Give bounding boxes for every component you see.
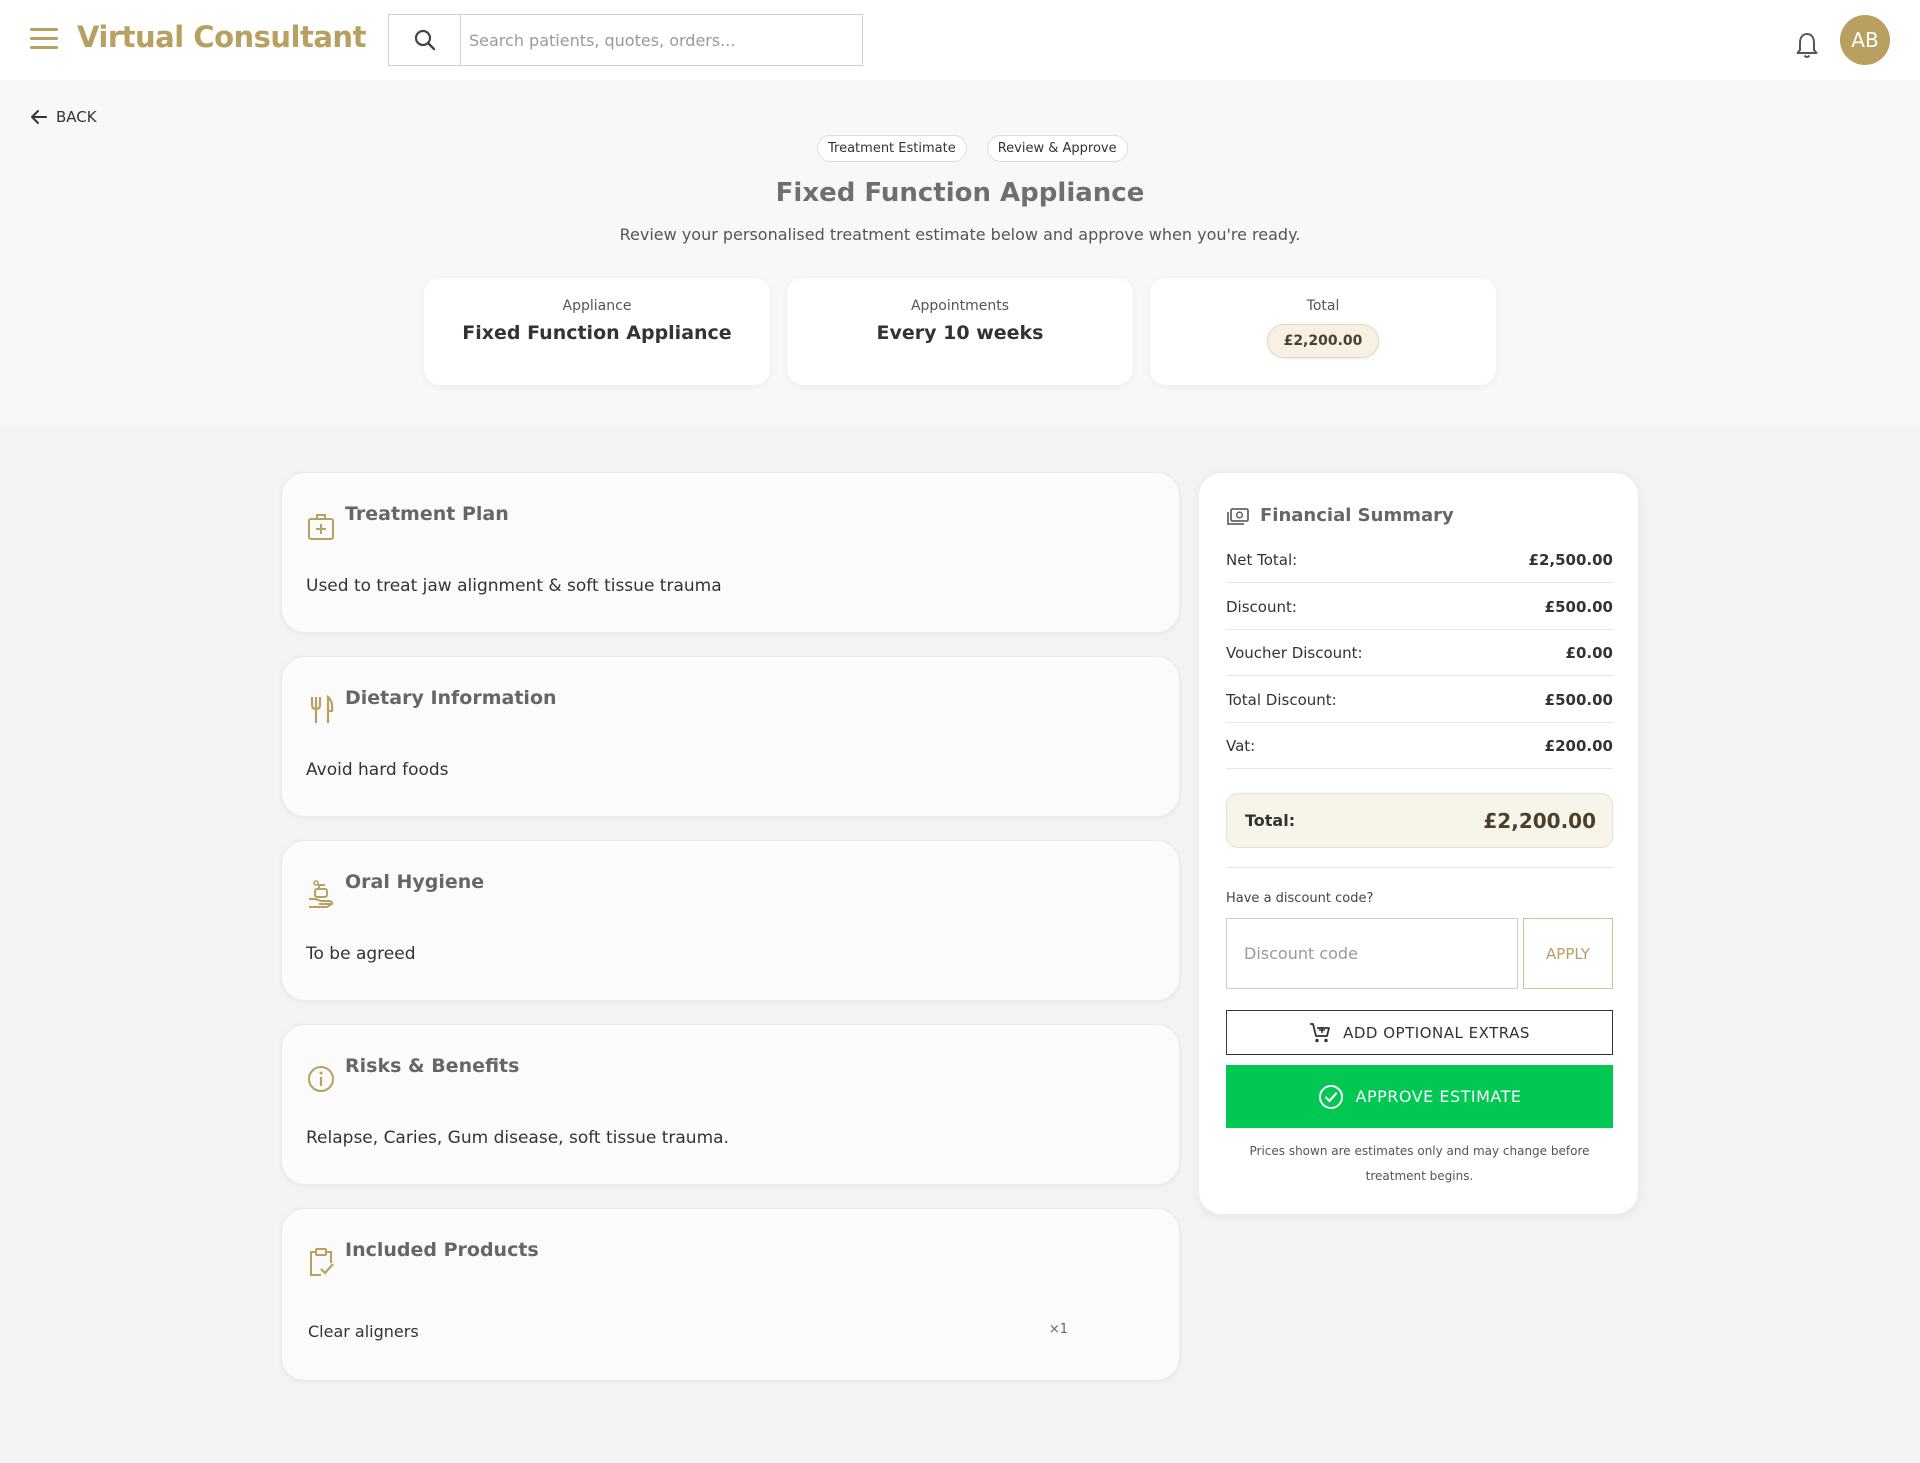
arrow-left-icon [31, 110, 47, 124]
breadcrumb: Treatment Estimate Review & Approve [817, 135, 1128, 162]
medical-bag-icon [308, 514, 334, 540]
search-icon[interactable] [389, 15, 461, 65]
check-circle-icon [1318, 1084, 1343, 1109]
add-optional-extras-button[interactable]: ADD OPTIONAL EXTRAS [1226, 1010, 1613, 1055]
utensils-icon [310, 695, 334, 723]
stat-label: Appointments [910, 298, 1010, 314]
chip-treatment-estimate[interactable]: Treatment Estimate [817, 135, 967, 162]
back-label: BACK [56, 108, 97, 126]
section-title: Treatment Plan [345, 503, 509, 525]
section-oral-hygiene: Oral Hygiene To be agreed [281, 840, 1180, 1001]
row-label: Voucher Discount: [1226, 643, 1363, 662]
disclaimer-note: Prices shown are estimates only and may … [1249, 1144, 1590, 1183]
brand-title[interactable]: Virtual Consultant [77, 20, 366, 54]
section-body: To be agreed [306, 944, 416, 964]
avatar[interactable]: AB [1840, 15, 1890, 65]
approve-estimate-button[interactable]: APPROVE ESTIMATE [1226, 1065, 1613, 1128]
top-bar: Virtual Consultant AB [0, 0, 1920, 80]
row-label: Discount: [1226, 597, 1297, 616]
summary-row-total-discount: Total Discount: £500.00 [1226, 677, 1613, 723]
row-value: £500.00 [1544, 597, 1613, 616]
summary-row-voucher-discount: Voucher Discount: £0.00 [1226, 630, 1613, 676]
row-value: £200.00 [1544, 736, 1613, 755]
summary-row-discount: Discount: £500.00 [1226, 584, 1613, 630]
section-risks-benefits: Risks & Benefits Relapse, Caries, Gum di… [281, 1024, 1180, 1185]
page-subtitle: Review your personalised treatment estim… [619, 225, 1301, 244]
summary-row-net-total: Net Total: £2,500.00 [1226, 537, 1613, 583]
row-label: Net Total: [1226, 550, 1298, 569]
total-value: £2,200.00 [1483, 808, 1596, 833]
section-included-products: Included Products Clear aligners ×1 [281, 1208, 1180, 1381]
cart-plus-icon [1310, 1022, 1331, 1042]
clipboard-check-icon [310, 1248, 334, 1276]
search-bar [388, 14, 863, 66]
apply-button[interactable]: APPLY [1523, 918, 1613, 989]
stat-value: Fixed Function Appliance [462, 322, 732, 344]
stat-label: Total [1306, 298, 1340, 314]
approve-label: APPROVE ESTIMATE [1355, 1087, 1522, 1106]
extras-label: ADD OPTIONAL EXTRAS [1343, 1023, 1530, 1042]
divider [1226, 867, 1613, 868]
section-title: Risks & Benefits [345, 1055, 520, 1077]
list-item: Clear aligners ×1 [308, 1322, 1068, 1341]
stat-label: Appliance [562, 298, 632, 314]
product-name: Clear aligners [308, 1322, 419, 1341]
total-badge: £2,200.00 [1266, 324, 1380, 358]
discount-question: Have a discount code? [1226, 891, 1374, 906]
section-body: Used to treat jaw alignment & soft tissu… [306, 576, 722, 596]
info-icon [308, 1066, 334, 1092]
hand-wash-icon [309, 880, 334, 908]
back-button[interactable]: BACK [30, 108, 97, 126]
discount-code-input[interactable] [1226, 918, 1518, 989]
section-title: Dietary Information [345, 687, 557, 709]
financial-summary-panel: Financial Summary Net Total: £2,500.00 D… [1198, 472, 1639, 1215]
row-label: Total Discount: [1226, 690, 1337, 709]
page-title: Fixed Function Appliance [775, 178, 1145, 208]
section-title: Included Products [345, 1239, 539, 1261]
bell-icon[interactable] [1793, 30, 1821, 60]
row-value: £2,500.00 [1528, 550, 1613, 569]
financial-summary-title: Financial Summary [1260, 505, 1454, 526]
row-value: £500.00 [1544, 690, 1613, 709]
cash-icon [1227, 507, 1249, 525]
stat-card-total: Total £2,200.00 [1150, 278, 1496, 385]
summary-total: Total: £2,200.00 [1226, 793, 1613, 848]
section-body: Relapse, Caries, Gum disease, soft tissu… [306, 1128, 729, 1148]
section-body: Avoid hard foods [306, 760, 449, 780]
menu-icon[interactable] [30, 28, 58, 50]
search-input[interactable] [461, 15, 862, 65]
product-quantity: ×1 [1048, 1322, 1068, 1337]
stat-card-appointments: Appointments Every 10 weeks [787, 278, 1133, 385]
row-value: £0.00 [1565, 643, 1613, 662]
stat-card-appliance: Appliance Fixed Function Appliance [424, 278, 770, 385]
chip-review-approve[interactable]: Review & Approve [986, 135, 1128, 162]
row-label: Vat: [1226, 736, 1256, 755]
total-label: Total: [1245, 811, 1296, 830]
section-dietary-information: Dietary Information Avoid hard foods [281, 656, 1180, 817]
summary-row-vat: Vat: £200.00 [1226, 723, 1613, 769]
section-treatment-plan: Treatment Plan Used to treat jaw alignme… [281, 472, 1180, 633]
section-title: Oral Hygiene [345, 871, 485, 893]
stat-value: Every 10 weeks [876, 322, 1044, 344]
